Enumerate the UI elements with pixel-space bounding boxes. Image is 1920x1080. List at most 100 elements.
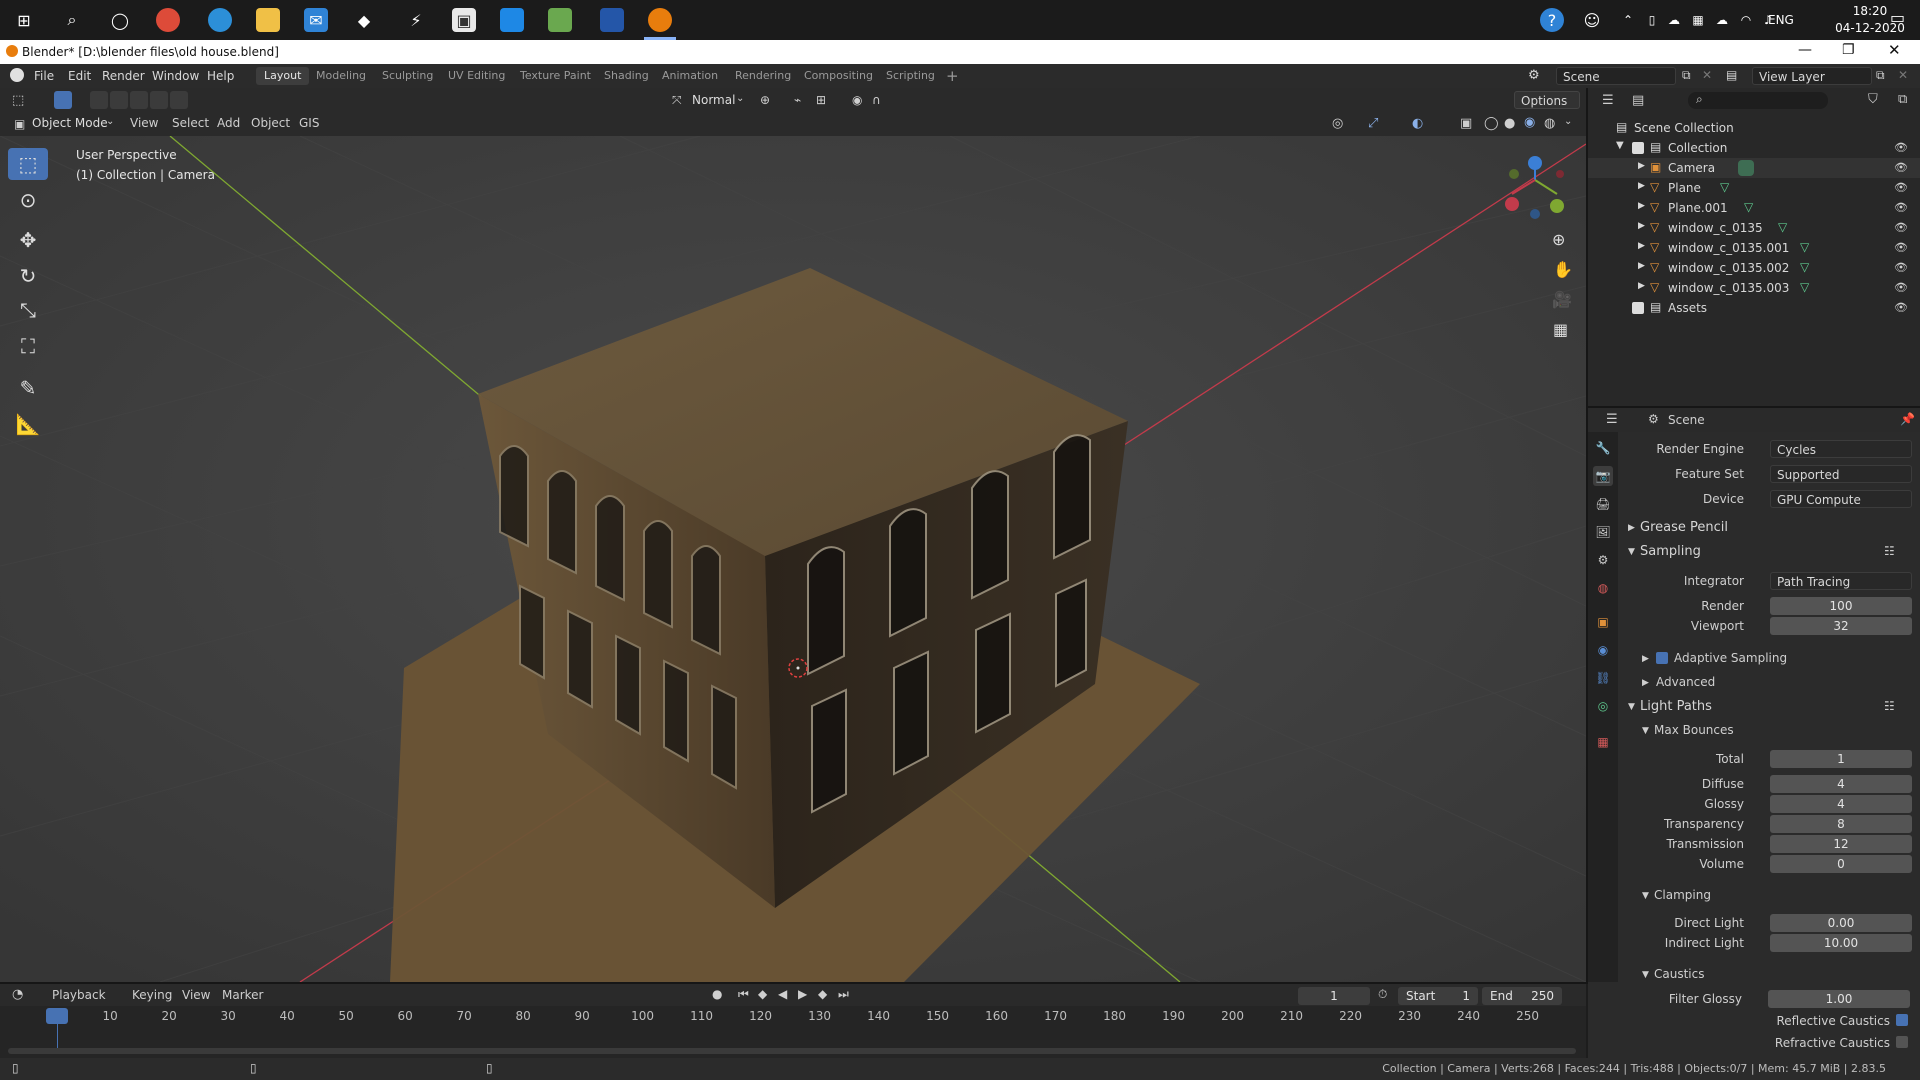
add-workspace-icon[interactable]: +: [946, 67, 959, 85]
wireframe-shading-icon[interactable]: ◯: [1484, 116, 1499, 131]
delete-scene-icon[interactable]: ✕: [1702, 68, 1712, 82]
pin-icon[interactable]: 📌: [1900, 412, 1915, 426]
stack-icon[interactable]: [548, 8, 572, 32]
outliner-item-plane-001[interactable]: ▶ ▽ Plane.001 ▽ 👁: [1588, 198, 1920, 218]
eye-icon[interactable]: 👁: [1894, 201, 1908, 214]
visibility-icon[interactable]: ◎: [1332, 116, 1343, 131]
indirect-light-field[interactable]: 10.00: [1770, 934, 1912, 952]
select-tool-mode-icon[interactable]: [54, 91, 72, 109]
edge-icon[interactable]: [208, 8, 232, 32]
store-icon[interactable]: ▣: [452, 8, 476, 32]
tab-sculpting[interactable]: Sculpting: [374, 67, 441, 85]
photos-icon[interactable]: [600, 8, 624, 32]
texture-tab-icon[interactable]: ▦: [1593, 732, 1613, 752]
max-bounces-subpanel[interactable]: Max Bounces: [1654, 723, 1734, 737]
view-layer-icon[interactable]: ▤: [1726, 68, 1737, 82]
menu-file[interactable]: File: [34, 69, 54, 83]
sampling-panel[interactable]: Sampling: [1640, 544, 1701, 559]
delete-view-layer-icon[interactable]: ✕: [1898, 68, 1908, 82]
new-view-layer-icon[interactable]: ⧉: [1876, 68, 1885, 83]
solid-shading-icon[interactable]: ●: [1504, 116, 1515, 131]
transform-orientation-dropdown[interactable]: Normal: [692, 93, 735, 107]
file-explorer-icon[interactable]: [256, 8, 280, 32]
cursor-tool-icon[interactable]: ⊙: [8, 184, 48, 216]
mail-icon[interactable]: ✉: [304, 8, 328, 32]
view-layer-selector[interactable]: View Layer: [1752, 67, 1872, 85]
tab-rendering[interactable]: Rendering: [727, 67, 799, 85]
collapse-arrow-icon[interactable]: ▼: [1642, 970, 1649, 980]
grid-view-icon[interactable]: ▦: [1553, 320, 1568, 339]
play-reverse-icon[interactable]: ◀: [778, 987, 787, 1001]
object-tab-icon[interactable]: ▣: [1593, 612, 1613, 632]
eye-icon[interactable]: 👁: [1894, 261, 1908, 274]
help-icon[interactable]: ?: [1540, 8, 1564, 32]
viewport-samples-field[interactable]: 32: [1770, 617, 1912, 635]
presets-list-icon[interactable]: ☷: [1884, 544, 1895, 558]
restore-button[interactable]: ❐: [1842, 42, 1855, 58]
chevron-down-icon[interactable]: ⌄: [1564, 116, 1572, 127]
bounce-volume-field[interactable]: 0: [1770, 855, 1912, 873]
light-paths-panel[interactable]: Light Paths: [1640, 699, 1712, 714]
output-tab-icon[interactable]: 🖨: [1593, 494, 1613, 514]
tray-cloud-icon[interactable]: ☁: [1662, 8, 1686, 32]
viewport-menu-object[interactable]: Object: [251, 116, 290, 130]
outliner-assets-collection[interactable]: ▤ Assets 👁: [1588, 298, 1920, 318]
reflective-caustics-checkbox[interactable]: [1896, 1014, 1908, 1026]
bounce-diffuse-field[interactable]: 4: [1770, 775, 1912, 793]
people-icon[interactable]: ☺: [1580, 8, 1604, 32]
snap-target-icon[interactable]: ⊞: [816, 93, 826, 107]
device-dropdown[interactable]: GPU Compute: [1770, 490, 1912, 508]
chrome-icon[interactable]: [156, 8, 180, 32]
render-samples-field[interactable]: 100: [1770, 597, 1912, 615]
eye-icon[interactable]: 👁: [1894, 161, 1908, 174]
collapse-arrow-icon[interactable]: ▼: [1642, 726, 1649, 736]
tab-uv-editing[interactable]: UV Editing: [440, 67, 513, 85]
collapse-arrow-icon[interactable]: ▼: [1616, 140, 1624, 151]
eye-icon[interactable]: 👁: [1894, 241, 1908, 254]
timeline-menu-view[interactable]: View: [182, 988, 210, 1002]
jump-start-icon[interactable]: ⏮: [738, 987, 749, 1002]
select-extend-icon[interactable]: [110, 91, 128, 109]
outliner-collection[interactable]: ▼ ▤ Collection 👁: [1588, 138, 1920, 158]
expand-arrow-icon[interactable]: ▶: [1638, 181, 1645, 191]
power-automate-icon[interactable]: ⚡: [404, 8, 428, 32]
mesh-data-icon[interactable]: ▽: [1800, 280, 1809, 294]
transform-tool-icon[interactable]: ⛶: [8, 330, 48, 362]
constraints-tab-icon[interactable]: ⛓: [1593, 668, 1613, 688]
jump-end-icon[interactable]: ⏭: [838, 987, 849, 1002]
camera-view-icon[interactable]: 🎥: [1552, 290, 1572, 309]
scene-selector-icon[interactable]: ⚙: [1528, 68, 1540, 83]
options-dropdown[interactable]: Options: [1514, 91, 1580, 109]
tab-animation[interactable]: Animation: [654, 67, 726, 85]
tray-device-icon[interactable]: ▯: [1640, 8, 1664, 32]
eye-icon[interactable]: 👁: [1894, 221, 1908, 234]
blender-icon[interactable]: [648, 8, 672, 32]
timeline-menu-marker[interactable]: Marker: [222, 988, 263, 1002]
viewport-menu-add[interactable]: Add: [217, 116, 240, 130]
wifi-icon[interactable]: ◠: [1734, 8, 1758, 32]
mode-dropdown[interactable]: Object Mode: [32, 116, 108, 130]
viewport-menu-gis[interactable]: GIS: [299, 116, 319, 130]
kindle-icon[interactable]: [500, 8, 524, 32]
new-collection-icon[interactable]: ⧉: [1898, 92, 1907, 107]
current-frame-field[interactable]: 1: [1298, 987, 1370, 1005]
bounce-transparency-field[interactable]: 8: [1770, 815, 1912, 833]
bounce-total-field[interactable]: 1: [1770, 750, 1912, 768]
mesh-data-icon[interactable]: ▽: [1778, 220, 1787, 234]
3d-viewport[interactable]: User Perspective (1) Collection | Camera…: [0, 136, 1586, 982]
collapse-arrow-icon[interactable]: ▼: [1642, 891, 1649, 901]
mesh-data-icon[interactable]: ▽: [1744, 200, 1753, 214]
chevron-down-icon[interactable]: ⌄: [106, 116, 114, 127]
outliner-item-window-c-0135-001[interactable]: ▶ ▽ window_c_0135.001 ▽ 👁: [1588, 238, 1920, 258]
start-frame-field[interactable]: Start 1: [1398, 987, 1478, 1005]
outliner-item-window-c-0135[interactable]: ▶ ▽ window_c_0135 ▽ 👁: [1588, 218, 1920, 238]
collapse-arrow-icon[interactable]: ▼: [1628, 547, 1635, 557]
collection-checkbox[interactable]: [1632, 302, 1644, 314]
viewport-menu-select[interactable]: Select: [172, 116, 209, 130]
record-icon[interactable]: ●: [712, 987, 722, 1001]
expand-arrow-icon[interactable]: ▶: [1638, 161, 1645, 171]
caustics-subpanel[interactable]: Caustics: [1654, 967, 1704, 981]
menu-window[interactable]: Window: [152, 69, 199, 83]
timeline-editor-icon[interactable]: ◔: [12, 987, 23, 1002]
dropbox-icon[interactable]: ◆: [352, 8, 376, 32]
